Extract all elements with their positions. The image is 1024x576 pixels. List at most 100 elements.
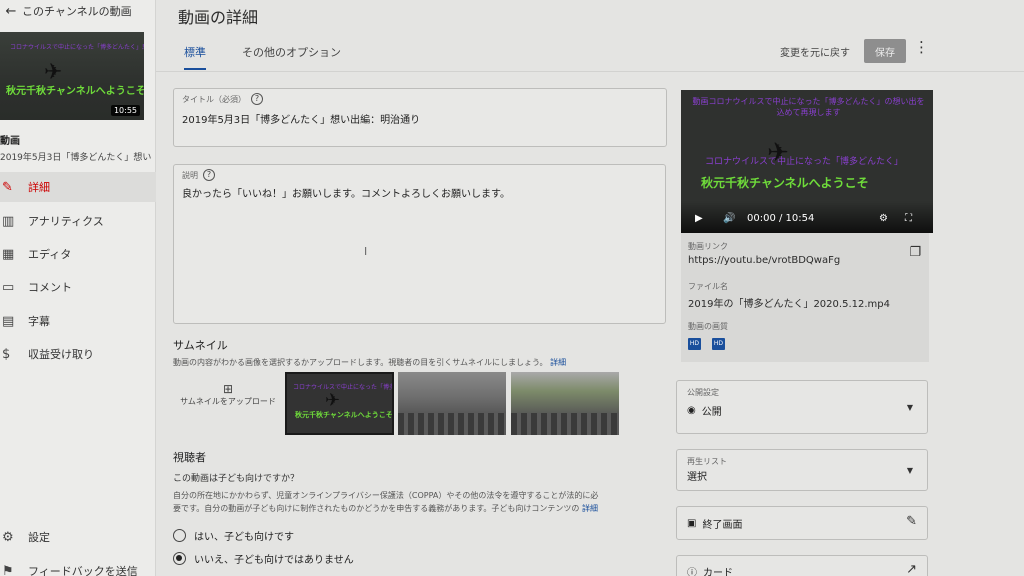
thumbnail-heading: サムネイル: [173, 339, 228, 352]
sidebar: ← このチャンネルの動画 コロナウイルスで中止になった「博多どんたく」思い出 ✈…: [0, 0, 156, 576]
header: 動画の詳細 標準 その他のオプション 変更を元に戻す 保存 ⋮: [156, 0, 1024, 72]
playlist-value: 選択: [687, 472, 707, 483]
sidebar-item-label: コメント: [28, 281, 72, 294]
dropdown-arrow-icon: ▼: [906, 466, 913, 475]
video-quality-label: 動画の画質: [688, 322, 728, 331]
thumbnail-option-2[interactable]: [398, 372, 506, 435]
sidebar-item-details[interactable]: ✎ 詳細: [0, 172, 156, 202]
end-screen-label: 終了画面: [702, 520, 743, 531]
visibility-value-row: ◉ 公開: [687, 403, 722, 418]
cards-label: カード: [703, 568, 733, 576]
undo-changes-button[interactable]: 変更を元に戻す: [780, 44, 850, 59]
sidebar-item-subtitles[interactable]: ▤ 字幕: [0, 306, 156, 336]
audience-question: この動画は子ども向けですか？: [173, 474, 300, 484]
thumbnail-option-3[interactable]: [511, 372, 619, 435]
sidebar-item-feedback[interactable]: ⚑ フィードバックを送信: [0, 556, 156, 576]
help-icon[interactable]: ?: [251, 93, 263, 105]
duration-badge: 10:55: [110, 105, 140, 116]
description-field-label-row: 説明 ?: [182, 169, 215, 181]
audience-learn-more-link[interactable]: 詳細: [582, 504, 598, 513]
volume-icon[interactable]: 🔊: [723, 213, 735, 224]
street-scene: [398, 413, 506, 435]
title-input-value[interactable]: 2019年5月3日「博多どんたく」想い出編：明治通り: [182, 111, 420, 126]
more-vert-icon[interactable]: ⋮: [914, 38, 929, 56]
gear-icon[interactable]: ⚙: [879, 213, 888, 224]
thumbnail-green-text: 秋元千秋チャンネルへようこそ: [295, 411, 393, 419]
video-banner-text: 動画コロナウイルスで中止になった「博多どんたく」の想い出を込めて再現します: [692, 97, 925, 117]
dollar-icon: $: [2, 346, 11, 362]
back-label: このチャンネルの動画: [22, 5, 132, 18]
thumbnail-description-text: 動画の内容がわかる画像を選択するかアップロードします。視聴者の目を引くサムネイル…: [173, 358, 548, 367]
sidebar-item-label: エディタ: [28, 248, 72, 261]
sidebar-item-label: アナリティクス: [28, 215, 104, 228]
tab-standard[interactable]: 標準: [184, 44, 206, 70]
audience-option-yes[interactable]: はい、子ども向けです: [173, 528, 294, 543]
thumbnail-option-1[interactable]: コロナウイルスで中止になった「博多どんたく」思い出 ✈ 秋元千秋チャンネルへよう…: [285, 372, 394, 435]
sidebar-item-settings[interactable]: ⚙ 設定: [0, 522, 156, 552]
thumbnail-purple-text: コロナウイルスで中止になった「博多どんたく」思い出: [10, 44, 144, 51]
sidebar-item-monetization[interactable]: $ 収益受け取り: [0, 339, 156, 369]
time-display: 00:00 / 10:54: [747, 213, 815, 224]
sidebar-item-comments[interactable]: ▭ コメント: [0, 272, 156, 302]
airplane-icon: ✈: [325, 390, 341, 411]
tab-more-options[interactable]: その他のオプション: [242, 44, 341, 60]
upload-thumbnail-button[interactable]: ⊞ サムネイルをアップロード: [173, 372, 283, 434]
dropdown-arrow-icon: ▼: [906, 403, 913, 412]
video-overlay-purple-text: コロナウイルスで中止になった「博多どんたく」: [705, 157, 904, 167]
cards-value-row: ⓘ カード: [687, 564, 733, 576]
description-field[interactable]: 説明 ? 良かったら「いいね！」お願いします。コメントよろしくお願いします。 I: [173, 164, 666, 324]
add-photo-icon: ⊞: [222, 382, 234, 396]
video-player[interactable]: 動画コロナウイルスで中止になった「博多どんたく」の想い出を込めて再現します コロ…: [681, 90, 933, 233]
file-name-label: ファイル名: [688, 282, 728, 291]
help-icon[interactable]: ?: [203, 169, 215, 181]
radio-button[interactable]: [173, 529, 186, 542]
upload-thumbnail-label: サムネイルをアップロード: [180, 397, 276, 406]
cards-row[interactable]: ⓘ カード ↗: [676, 555, 928, 576]
end-screen-row[interactable]: ▣ 終了画面 ✎: [676, 506, 928, 540]
comment-icon: ▭: [2, 279, 15, 295]
info-icon: ⓘ: [687, 568, 697, 576]
visibility-dropdown[interactable]: 公開設定 ◉ 公開 ▼: [676, 380, 928, 434]
play-icon[interactable]: ▶: [695, 213, 703, 224]
copy-icon[interactable]: ❐: [909, 245, 921, 260]
title-field[interactable]: タイトル（必須） ? 2019年5月3日「博多どんたく」想い出編：明治通り: [173, 88, 667, 147]
player-controls: ▶ 🔊 00:00 / 10:54 ⚙ ⛶: [681, 201, 933, 233]
back-to-channel-videos[interactable]: ← このチャンネルの動画: [0, 0, 156, 22]
hd-badge: HD: [688, 338, 701, 350]
eye-icon: ◉: [687, 405, 696, 416]
street-scene: [511, 413, 619, 435]
sidebar-item-label: 収益受け取り: [28, 348, 94, 361]
title-label: タイトル（必須）: [182, 94, 246, 104]
video-thumbnail[interactable]: コロナウイルスで中止になった「博多どんたく」思い出 ✈ 秋元千秋チャンネルへよう…: [0, 32, 144, 120]
save-button[interactable]: 保存: [864, 39, 906, 63]
video-link[interactable]: https://youtu.be/vrotBDQwaFg: [688, 255, 840, 266]
fullscreen-icon[interactable]: ⛶: [905, 213, 912, 224]
pencil-icon[interactable]: ✎: [906, 514, 917, 529]
playlist-label: 再生リスト: [687, 457, 727, 466]
thumbnail-learn-more-link[interactable]: 詳細: [550, 358, 566, 367]
chart-icon: ▥: [2, 213, 15, 229]
playlist-dropdown[interactable]: 再生リスト 選択 ▼: [676, 449, 928, 491]
hd-badge: HD: [712, 338, 725, 350]
video-subtitle: 2019年5月3日「博多どんたく」想い...: [0, 153, 152, 163]
text-cursor-icon: I: [364, 245, 368, 258]
thumbnail-description: 動画の内容がわかる画像を選択するかアップロードします。視聴者の目を引くサムネイル…: [173, 357, 566, 368]
feedback-icon: ⚑: [2, 563, 14, 576]
visibility-label: 公開設定: [687, 388, 719, 397]
end-screen-icon: ▣: [687, 518, 697, 529]
subtitles-icon: ▤: [2, 313, 15, 329]
thumbnail-purple-text: コロナウイルスで中止になった「博多どんたく」思い出: [293, 384, 392, 391]
page-title: 動画の詳細: [178, 8, 259, 27]
description-input-value[interactable]: 良かったら「いいね！」お願いします。コメントよろしくお願いします。: [182, 185, 510, 200]
back-arrow-icon[interactable]: ←: [0, 4, 22, 19]
audience-option-no[interactable]: いいえ、子ども向けではありません: [173, 551, 354, 566]
radio-button-selected[interactable]: [173, 552, 186, 565]
open-external-icon[interactable]: ↗: [906, 562, 917, 576]
description-label: 説明: [182, 170, 198, 180]
sidebar-item-analytics[interactable]: ▥ アナリティクス: [0, 206, 156, 236]
audience-description-line-2: 要です。自分の動画が子ども向けに制作されたものかどうかを申告する義務があります。…: [173, 503, 598, 514]
sidebar-item-editor[interactable]: ▦ エディタ: [0, 239, 156, 269]
audience-description-text: 要です。自分の動画が子ども向けに制作されたものかどうかを申告する義務があります。…: [173, 504, 580, 513]
audience-description-line-1: 自分の所在地にかかわらず、児童オンラインプライバシー保護法（COPPA）やその他…: [173, 491, 599, 500]
sidebar-item-label: フィードバックを送信: [28, 565, 138, 576]
